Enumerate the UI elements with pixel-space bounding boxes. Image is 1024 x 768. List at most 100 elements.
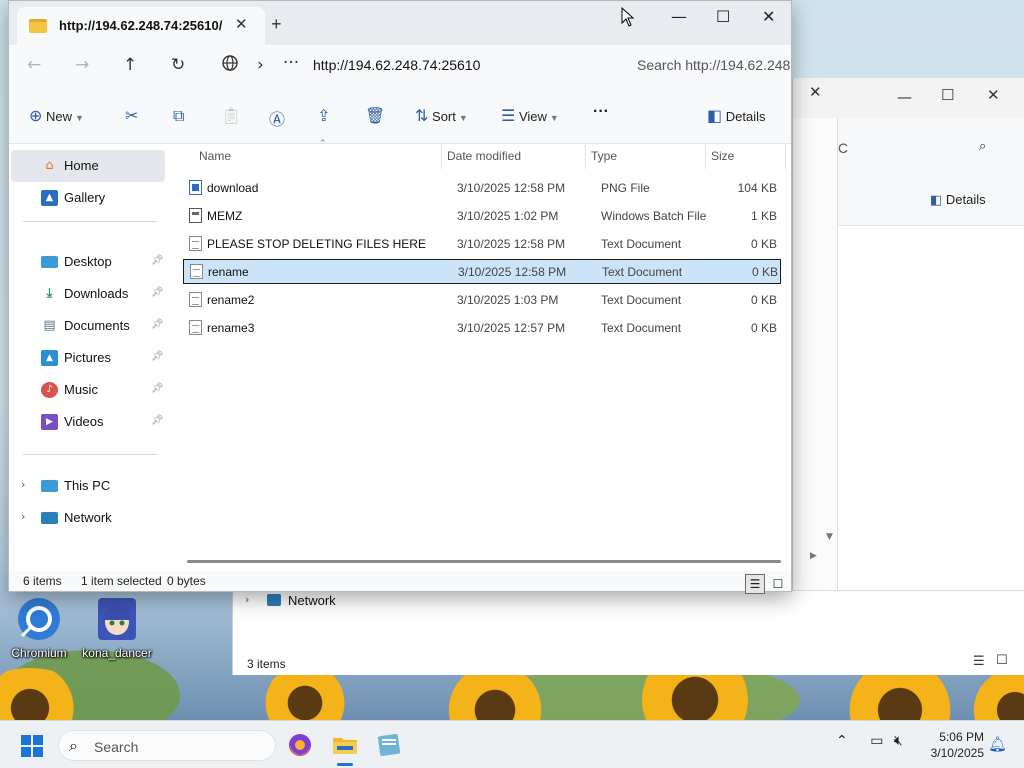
address-bar[interactable]: http://194.62.248.74:25610 bbox=[313, 57, 480, 73]
sidebar-item-videos[interactable]: ▶ Videos 📌︎ bbox=[11, 406, 165, 438]
chevron-up-icon[interactable]: ⌃ bbox=[836, 733, 848, 749]
column-header-type[interactable]: Type bbox=[591, 149, 617, 163]
refresh-button[interactable]: ↻ bbox=[171, 55, 185, 75]
volume-muted-icon[interactable]: 🔇︎ bbox=[894, 733, 903, 749]
search-icon[interactable]: ⌕ bbox=[979, 140, 986, 153]
sidebar-item-this-pc[interactable]: › This PC bbox=[11, 470, 165, 502]
column-divider[interactable] bbox=[585, 145, 586, 169]
background-search-text[interactable]: C bbox=[838, 140, 848, 156]
taskbar-file-explorer[interactable] bbox=[331, 731, 359, 766]
share-button[interactable]: ⇪ bbox=[317, 106, 330, 125]
column-divider[interactable] bbox=[705, 145, 706, 169]
sort-ascending-icon: ⌃ bbox=[319, 139, 327, 149]
sidebar-item-music[interactable]: ♪ Music 📌︎ bbox=[11, 374, 165, 406]
close-button[interactable]: ✕ bbox=[762, 7, 775, 26]
taskbar-firefox[interactable] bbox=[286, 731, 314, 759]
tab-active[interactable]: http://194.62.248.74:25610/ ✕ bbox=[17, 7, 265, 45]
firefox-icon bbox=[289, 734, 311, 756]
chevron-right-icon[interactable]: › bbox=[21, 510, 25, 523]
globe-icon[interactable] bbox=[221, 54, 239, 77]
taskbar-search[interactable]: ⌕ Search bbox=[58, 730, 276, 761]
clock[interactable]: 5:06 PM 3/10/2025 bbox=[924, 729, 984, 761]
sidebar-item-home[interactable]: ⌂ Home bbox=[11, 150, 165, 182]
new-tab-button[interactable]: + bbox=[271, 14, 282, 35]
sidebar-item-gallery[interactable]: ▲ Gallery bbox=[11, 182, 165, 214]
back-button[interactable]: ← bbox=[27, 55, 41, 75]
minimize-button[interactable]: — bbox=[671, 7, 687, 26]
scroll-right-icon[interactable]: ▶ bbox=[810, 552, 817, 561]
rename-button[interactable]: Ⓐ bbox=[269, 106, 285, 130]
breadcrumb-chevron-icon[interactable]: › bbox=[257, 55, 264, 75]
minimize-button[interactable]: — bbox=[897, 90, 912, 105]
up-button[interactable]: ↑ bbox=[123, 55, 137, 75]
documents-icon: ▤ bbox=[43, 318, 56, 333]
sidebar-item-label: Downloads bbox=[64, 286, 129, 301]
column-header-name[interactable]: Name bbox=[199, 149, 231, 163]
tab-close-icon[interactable]: ✕ bbox=[235, 15, 248, 33]
sidebar-item-documents[interactable]: ▤ Documents 📌︎ bbox=[11, 310, 165, 342]
column-divider[interactable] bbox=[785, 145, 786, 169]
maximize-button[interactable]: ☐ bbox=[941, 88, 954, 103]
sidebar-item-downloads[interactable]: ⤓ Downloads 📌︎ bbox=[11, 278, 165, 310]
desktop-icon-chromium[interactable]: Chromium bbox=[4, 596, 74, 660]
chevron-right-icon[interactable]: › bbox=[245, 593, 249, 606]
file-row[interactable]: rename3 3/10/2025 12:57 PM Text Document… bbox=[183, 316, 781, 340]
file-size: 1 KB bbox=[750, 209, 777, 223]
sidebar-item-network[interactable]: › Network bbox=[11, 502, 165, 534]
tiles-view-icon[interactable]: ☐ bbox=[996, 654, 1008, 667]
network-status-icon[interactable]: ▭ bbox=[870, 733, 883, 749]
start-button[interactable] bbox=[21, 735, 43, 757]
cut-button[interactable]: ✂ bbox=[125, 106, 138, 125]
details-button[interactable]: ◧ Details bbox=[707, 106, 766, 125]
background-sidebar-network[interactable]: Network bbox=[288, 593, 336, 608]
details-view-icon[interactable]: ☰ bbox=[973, 655, 985, 668]
file-row[interactable]: rename2 3/10/2025 1:03 PM Text Document … bbox=[183, 288, 781, 312]
desktop-icon-kona-dancer[interactable]: kona_dancer bbox=[82, 596, 152, 660]
sidebar-item-pictures[interactable]: ▲ Pictures 📌︎ bbox=[11, 342, 165, 374]
details-view-icon[interactable]: ☰ bbox=[745, 574, 765, 594]
chevron-right-icon[interactable]: › bbox=[21, 478, 25, 491]
view-button[interactable]: ☰ View ▼ bbox=[501, 106, 559, 125]
delete-button[interactable]: 🗑︎ bbox=[365, 106, 385, 125]
file-date: 3/10/2025 1:03 PM bbox=[457, 293, 559, 307]
pin-icon[interactable]: 📌︎ bbox=[151, 415, 164, 426]
windows-logo-icon bbox=[21, 747, 31, 757]
close-icon[interactable]: ✕ bbox=[809, 85, 822, 100]
file-type: Text Document bbox=[601, 321, 682, 335]
file-row[interactable]: download 3/10/2025 12:58 PM PNG File 104… bbox=[183, 176, 781, 200]
sort-icon: ⇅ bbox=[415, 106, 429, 125]
tiles-view-icon[interactable]: ☐ bbox=[768, 574, 788, 594]
horizontal-scrollbar[interactable] bbox=[187, 560, 781, 563]
pin-icon[interactable]: 📌︎ bbox=[151, 351, 164, 362]
column-header-date[interactable]: Date modified bbox=[447, 149, 521, 163]
more-options-button[interactable]: ··· bbox=[593, 103, 609, 121]
breadcrumb-overflow-button[interactable]: ··· bbox=[283, 53, 299, 73]
taskbar-app-notepad[interactable] bbox=[375, 731, 403, 759]
maximize-button[interactable]: ☐ bbox=[716, 7, 730, 26]
forward-button[interactable]: → bbox=[75, 55, 89, 75]
pin-icon[interactable]: 📌︎ bbox=[151, 287, 164, 298]
sidebar-item-label: This PC bbox=[64, 478, 111, 493]
details-pane-icon: ◧ bbox=[930, 193, 943, 208]
share-icon: ⇪ bbox=[317, 106, 331, 125]
sort-button[interactable]: ⇅ Sort ▼ bbox=[415, 106, 468, 125]
file-row[interactable]: PLEASE STOP DELETING FILES HERE 3/10/202… bbox=[183, 232, 781, 256]
file-row[interactable]: MEMZ 3/10/2025 1:02 PM Windows Batch Fil… bbox=[183, 204, 781, 228]
wallpaper-sunflower bbox=[250, 668, 360, 720]
column-divider[interactable] bbox=[441, 145, 442, 169]
search-input[interactable]: Search http://194.62.248.74:25610 bbox=[637, 57, 791, 73]
pin-icon[interactable]: 📌︎ bbox=[151, 319, 164, 330]
pin-icon[interactable]: 📌︎ bbox=[151, 255, 164, 266]
notification-bell-icon[interactable]: 🔔︎ bbox=[988, 735, 1007, 753]
paste-button[interactable]: 📋︎ bbox=[221, 106, 241, 125]
details-button[interactable]: ◧ Details bbox=[930, 192, 986, 208]
pin-icon[interactable]: 📌︎ bbox=[151, 383, 164, 394]
file-row-selected[interactable]: rename 3/10/2025 12:58 PM Text Document … bbox=[183, 259, 781, 284]
scroll-down-icon[interactable]: ▼ bbox=[826, 533, 833, 542]
copy-button[interactable]: ⧉ bbox=[173, 106, 184, 126]
sidebar-item-desktop[interactable]: Desktop 📌︎ bbox=[11, 246, 165, 278]
column-header-size[interactable]: Size bbox=[711, 149, 734, 163]
close-button[interactable]: ✕ bbox=[987, 88, 1000, 103]
file-date: 3/10/2025 12:58 PM bbox=[457, 181, 566, 195]
new-button[interactable]: ⊕ New ▼ bbox=[29, 106, 84, 125]
